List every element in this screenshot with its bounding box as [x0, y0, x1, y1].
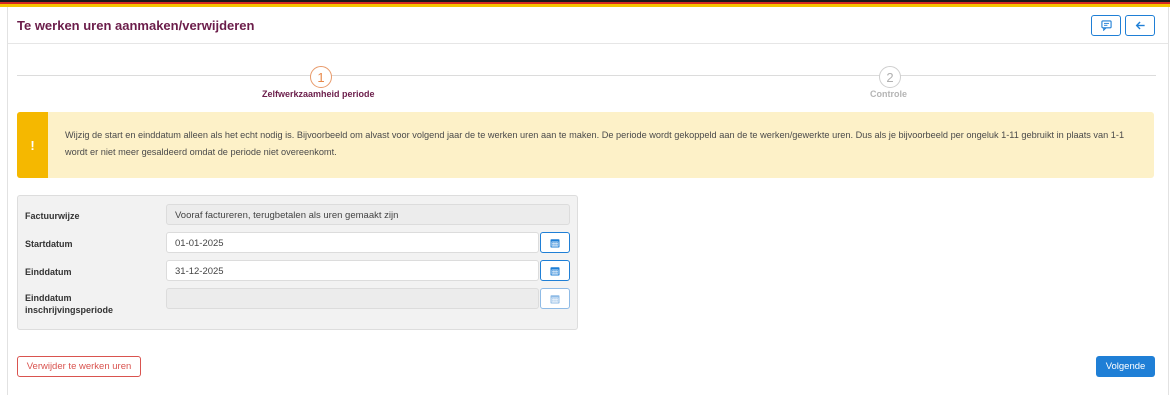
startdatum-label: Startdatum: [25, 239, 73, 249]
startdatum-input[interactable]: 01-01-2025: [166, 232, 539, 253]
factuurwijze-field: Vooraf factureren, terugbetalen als uren…: [166, 204, 570, 225]
startdatum-calendar-button[interactable]: [540, 232, 570, 253]
next-button[interactable]: Volgende: [1096, 356, 1155, 377]
einddatum-inschrijving-input: [166, 288, 539, 309]
step-2-label: Controle: [870, 89, 907, 99]
period-form: Factuurwijze Vooraf factureren, terugbet…: [17, 195, 578, 330]
page-title: Te werken uren aanmaken/verwijderen: [17, 18, 255, 33]
comment-button[interactable]: [1091, 15, 1121, 36]
back-button[interactable]: [1125, 15, 1155, 36]
step-1-label: Zelfwerkzaamheid periode: [262, 89, 375, 99]
einddatum-input[interactable]: 31-12-2025: [166, 260, 539, 281]
main-card: Te werken uren aanmaken/verwijderen 1 Ze…: [7, 7, 1169, 395]
factuurwijze-label: Factuurwijze: [25, 211, 80, 221]
arrow-left-icon: [1135, 21, 1145, 30]
einddatum-label: Einddatum: [25, 267, 72, 277]
einddatum-inschrijving-label: Einddatum inschrijvingsperiode: [25, 293, 114, 315]
calendar-icon: [550, 238, 560, 247]
step-1-circle: 1: [310, 66, 332, 88]
top-flag-stripe: [0, 0, 1170, 7]
warning-alert: ! Wijzig de start en einddatum alleen al…: [17, 112, 1154, 178]
stepper-line: [17, 75, 1156, 76]
card-header: Te werken uren aanmaken/verwijderen: [8, 7, 1168, 44]
step-2-circle: 2: [879, 66, 901, 88]
einddatum-inschrijving-calendar-button: [540, 288, 570, 309]
warning-icon: !: [17, 112, 48, 178]
calendar-icon: [550, 294, 560, 303]
einddatum-calendar-button[interactable]: [540, 260, 570, 281]
delete-hours-button[interactable]: Verwijder te werken uren: [17, 356, 141, 377]
comment-icon: [1100, 20, 1112, 31]
warning-text: Wijzig de start en einddatum alleen als …: [65, 130, 1125, 157]
calendar-icon: [550, 266, 560, 275]
